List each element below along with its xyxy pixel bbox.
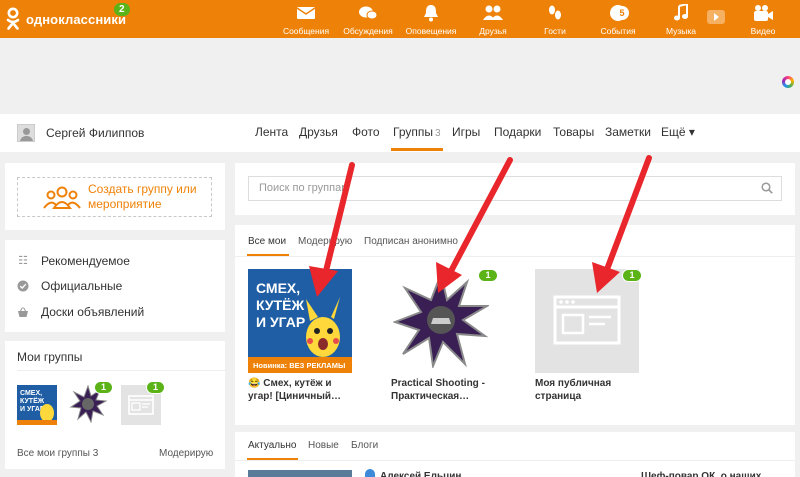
colorful-widget-icon[interactable] [782,76,794,88]
svg-text:КУТЁЖ: КУТЁЖ [20,397,45,405]
tab-new[interactable]: Новые [308,440,339,451]
svg-text:Новинка: ВЕЗ РЕКЛАМЫ: Новинка: ВЕЗ РЕКЛАМЫ [253,361,345,370]
search-placeholder: Поиск по группам [259,182,349,194]
nav-label: Гости [544,26,566,36]
tab-friends[interactable]: Друзья [299,125,338,139]
tab-groups-count: 3 [434,128,441,139]
basket-icon [17,306,29,318]
nav-events[interactable]: 5 События [598,4,638,36]
svg-text:И УГАР: И УГАР [256,314,305,330]
tab-photos[interactable]: Фото [352,125,380,139]
group-poster-laugh[interactable]: СМЕХ, КУТЁЖ И УГАР Новинка: ВЕЗ РЕКЛАМЫ [248,269,352,373]
nav-label: Музыка [665,26,697,36]
nav-discussions[interactable]: Обсуждения [342,4,394,36]
divider [17,370,227,371]
tab-feed[interactable]: Лента [255,125,288,139]
nav-guests[interactable]: Гости [542,4,568,36]
feed-thumbnail[interactable] [248,470,352,477]
nav-label: Друзья [479,26,507,36]
nav-video[interactable]: Видео [750,4,776,36]
search-icon[interactable] [761,182,773,194]
footprints-icon [549,5,561,20]
logo-text: одноклассники [26,11,127,27]
nav-label: События [600,26,636,36]
friends-icon [483,5,503,20]
profile-bar: Сергей Филиппов Лента Друзья Фото Группы… [0,114,800,152]
check-circle-icon [17,280,29,292]
ok-logo-icon [6,7,20,31]
sidebar-item-official[interactable]: Официальные [17,279,122,293]
nav-music[interactable]: Музыка [664,4,698,36]
tab-games[interactable]: Игры [452,125,480,139]
tab-blogs[interactable]: Блоги [351,440,378,451]
tab-more[interactable]: Ещё ▾ [661,125,695,139]
tab-notes[interactable]: Заметки [605,125,651,139]
group-logo-shooting[interactable] [392,270,491,370]
svg-text:СМЕХ,: СМЕХ, [20,390,42,397]
divider [235,256,795,257]
group-people-icon [43,186,81,209]
sidebar-item-label: Доски объявлений [41,305,145,319]
poster-text: СМЕХ, [256,280,300,296]
group-name[interactable]: Моя публичная страница [535,377,625,403]
tab-actual[interactable]: Актуально [248,440,296,451]
create-group-label: Создать группу или мероприятие [88,182,197,211]
nav-notifications[interactable]: Оповещения [406,4,456,36]
search-input[interactable]: Поиск по группам [248,176,782,201]
group-count-badge: 1 [94,381,113,394]
my-group-thumb-laugh[interactable]: СМЕХ, КУТЁЖ И УГАР [17,385,57,425]
tab-groups-label: Группы [393,125,433,139]
tab-anonymous[interactable]: Подписан анонимно [364,236,458,247]
nav-label: Сообщения [282,26,330,36]
group-name[interactable]: Practical Shooting - Практическая… [391,377,497,403]
active-tab-indicator [391,148,443,151]
chat-bubbles-icon [359,6,378,20]
avatar[interactable] [17,124,35,142]
nav-label: Видео [750,26,776,36]
events-count-badge: 5 [615,6,629,20]
my-groups-title: Мои группы [17,350,83,364]
group-count-badge: 1 [146,381,165,394]
nav-label: Оповещения [405,26,457,36]
video-player-icon[interactable] [707,10,725,24]
svg-text:КУТЁЖ: КУТЁЖ [256,297,305,313]
nav-messages[interactable]: Сообщения [282,4,330,36]
group-count-badge: 1 [622,269,642,282]
sidebar-item-label: Официальные [41,279,123,293]
list-icon: ☷ [18,255,28,267]
logo-notification-badge: 2 [114,3,130,16]
ok-logo[interactable]: одноклассники [6,6,126,32]
tab-goods[interactable]: Товары [553,125,594,139]
tab-moderate[interactable]: Модерирую [298,236,352,247]
all-my-groups-link[interactable]: Все мои группы 3 [17,448,98,459]
tab-groups[interactable]: Группы 3 [393,125,441,139]
nav-label: Обсуждения [343,26,393,36]
envelope-icon [296,7,316,19]
create-group-button[interactable]: Создать группу или мероприятие [17,177,212,217]
music-note-icon [674,4,688,21]
group-count-badge: 1 [478,269,498,282]
top-navigation-bar: одноклассники 2 Сообщения Обсуждения Опо… [0,0,800,38]
tab-all-mine[interactable]: Все мои [248,236,286,247]
verified-icon [365,469,375,477]
nav-friends[interactable]: Друзья [478,4,508,36]
moderate-link[interactable]: Модерирую [159,448,213,459]
sidebar-item-boards[interactable]: Доски объявлений [17,305,144,319]
group-name[interactable]: 😂 Смех, кутёж и угар! [Циничный… [248,377,354,403]
sidebar-item-label: Рекомендуемое [41,254,130,268]
profile-name[interactable]: Сергей Филиппов [46,126,144,140]
bell-icon [424,5,438,22]
tab-gifts[interactable]: Подарки [494,125,541,139]
feed-author[interactable]: Алексей Ельцин [380,469,461,477]
sidebar-item-recommended[interactable]: ☷ Рекомендуемое [17,254,130,268]
feed-side-text[interactable]: Шеф-повар ОК, о наших [641,469,761,477]
group-placeholder-page[interactable] [535,269,639,373]
video-camera-icon [754,5,773,21]
divider [235,460,795,461]
